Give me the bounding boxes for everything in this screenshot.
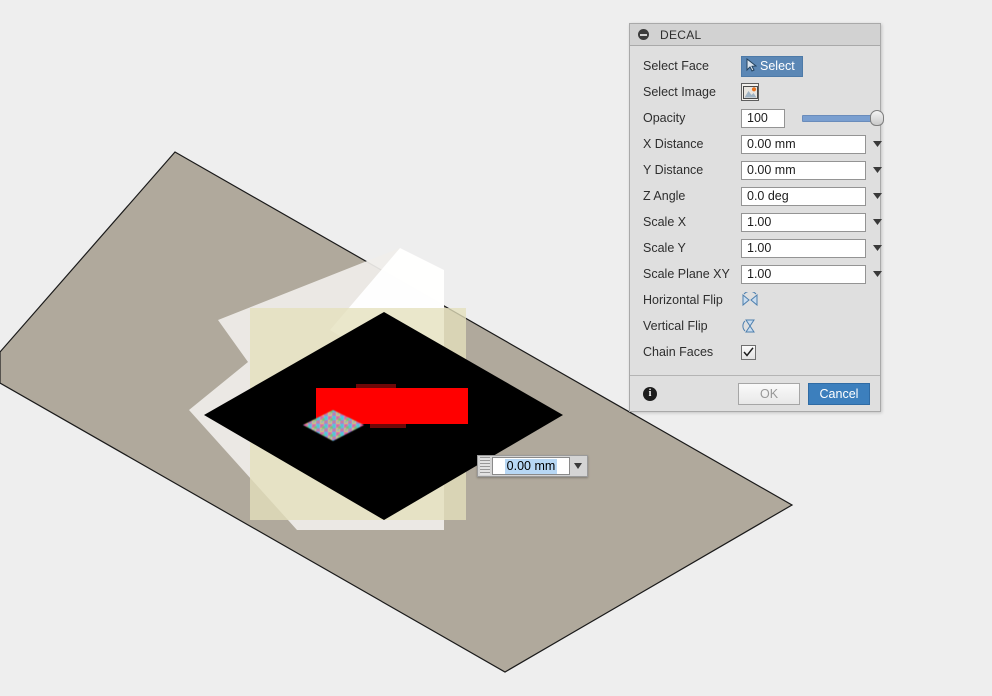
row-scale-plane-xy: Scale Plane XY 1.00 xyxy=(630,261,882,287)
cancel-button[interactable]: Cancel xyxy=(808,382,870,405)
scale-x-input[interactable]: 1.00 xyxy=(741,212,866,232)
row-scale-x: Scale X 1.00 xyxy=(630,209,882,235)
scale-plane-xy-input[interactable]: 1.00 xyxy=(741,264,866,284)
x-distance-input[interactable]: 0.00 mm xyxy=(741,134,866,154)
decal-red-fringe-bottom xyxy=(370,424,406,428)
z-angle-input[interactable]: 0.0 deg xyxy=(741,186,866,206)
scale-y-input[interactable]: 1.00 xyxy=(741,238,866,258)
label-select-face: Select Face xyxy=(643,59,710,73)
opacity-slider-thumb[interactable] xyxy=(870,110,884,126)
label-horizontal-flip: Horizontal Flip xyxy=(643,293,723,307)
label-opacity: Opacity xyxy=(643,111,686,125)
label-scale-y: Scale Y xyxy=(643,241,686,255)
opacity-slider[interactable] xyxy=(802,109,884,127)
chevron-down-icon[interactable] xyxy=(866,265,888,284)
vertical-flip-icon[interactable] xyxy=(741,317,759,335)
label-y-distance: Y Distance xyxy=(643,163,704,177)
row-scale-y: Scale Y 1.00 xyxy=(630,235,882,261)
y-distance-input[interactable]: 0.00 mm xyxy=(741,160,866,180)
label-vertical-flip: Vertical Flip xyxy=(643,319,708,333)
info-icon[interactable]: i xyxy=(643,386,657,401)
label-scale-x: Scale X xyxy=(643,215,687,229)
app-root: 0.00 mm DECAL Select Face Select Select … xyxy=(0,0,992,696)
horizontal-flip-icon[interactable] xyxy=(741,291,759,309)
label-z-angle: Z Angle xyxy=(643,189,686,203)
image-picker-icon[interactable] xyxy=(741,83,759,101)
chevron-down-icon[interactable] xyxy=(866,213,888,232)
minus-circle-icon[interactable] xyxy=(638,29,649,40)
row-vertical-flip: Vertical Flip xyxy=(630,313,880,339)
decal-red-fringe-top xyxy=(356,384,396,388)
opacity-input[interactable]: 100 xyxy=(741,108,785,128)
chevron-down-icon[interactable] xyxy=(570,457,586,475)
label-chain-faces: Chain Faces xyxy=(643,345,714,359)
check-icon xyxy=(743,347,754,357)
row-chain-faces: Chain Faces xyxy=(630,339,880,365)
floating-input-box[interactable]: 0.00 mm xyxy=(492,457,570,475)
row-select-face: Select Face Select xyxy=(630,53,880,79)
floating-distance-input[interactable]: 0.00 mm xyxy=(477,455,588,477)
page-title: DECAL xyxy=(660,27,702,42)
label-scale-plane-xy: Scale Plane XY xyxy=(643,267,730,281)
row-horizontal-flip: Horizontal Flip xyxy=(630,287,880,313)
chevron-down-icon[interactable] xyxy=(866,239,888,258)
row-opacity: Opacity 100 xyxy=(630,105,884,131)
opacity-slider-track[interactable] xyxy=(802,114,872,122)
row-x-distance: X Distance 0.00 mm xyxy=(630,131,882,157)
decal-dialog[interactable]: DECAL Select Face Select Select Image Op… xyxy=(629,23,884,412)
dialog-body: Select Face Select Select Image Opacity … xyxy=(630,46,884,375)
drag-grip-icon[interactable] xyxy=(480,457,490,475)
dialog-header[interactable]: DECAL xyxy=(630,24,880,46)
label-select-image: Select Image xyxy=(643,85,716,99)
chevron-down-icon[interactable] xyxy=(866,187,888,206)
row-y-distance: Y Distance 0.00 mm xyxy=(630,157,882,183)
select-face-button-label: Select xyxy=(760,59,795,73)
chevron-down-icon[interactable] xyxy=(866,135,888,154)
row-select-image: Select Image xyxy=(630,79,880,105)
label-x-distance: X Distance xyxy=(643,137,704,151)
chevron-down-icon[interactable] xyxy=(866,161,888,180)
floating-input-value[interactable]: 0.00 mm xyxy=(504,458,558,474)
row-z-angle: Z Angle 0.0 deg xyxy=(630,183,882,209)
chain-faces-checkbox[interactable] xyxy=(741,344,756,360)
dialog-footer: i OK Cancel xyxy=(630,375,880,411)
cursor-arrow-icon xyxy=(746,57,758,75)
ok-button[interactable]: OK xyxy=(738,382,800,405)
select-face-button[interactable]: Select xyxy=(741,55,803,77)
